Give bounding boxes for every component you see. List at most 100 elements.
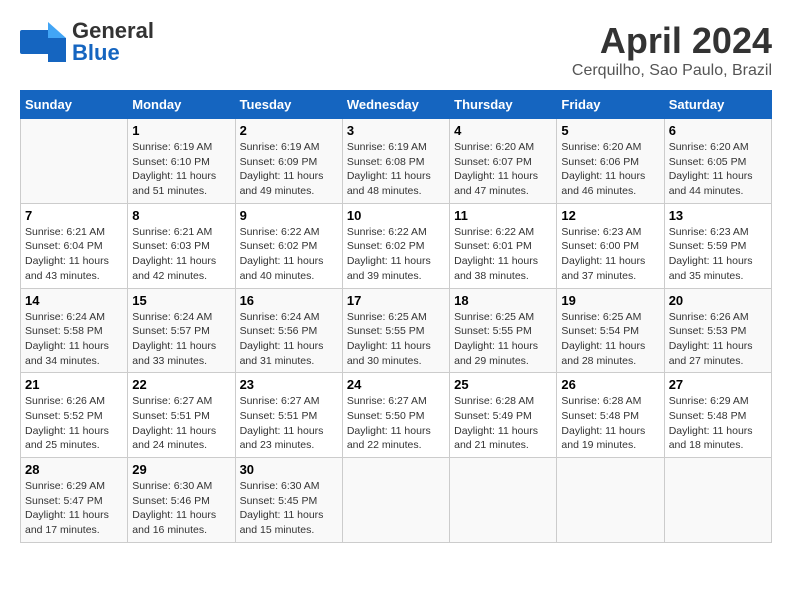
- day-number: 10: [347, 208, 445, 223]
- calendar-day: 26Sunrise: 6:28 AM Sunset: 5:48 PM Dayli…: [557, 373, 664, 458]
- calendar-table: SundayMondayTuesdayWednesdayThursdayFrid…: [20, 90, 772, 543]
- day-number: 18: [454, 293, 552, 308]
- calendar-day: 20 Sunrise: 6:26 AM Sunset: 5:53 PM Dayli…: [664, 288, 771, 373]
- calendar-day: 15 Sunrise: 6:24 AM Sunset: 5:57 PM Dayli…: [128, 288, 235, 373]
- day-info: Sunrise: 6:29 AM Sunset: 5:47 PM Dayligh…: [25, 479, 123, 538]
- day-info: Sunrise: 6:20 AM Sunset: 6:05 PM Dayligh…: [669, 140, 767, 199]
- day-info: Sunrise: 6:24 AM Sunset: 5:57 PM Dayligh…: [132, 310, 230, 369]
- weekday-header-sunday: Sunday: [21, 91, 128, 119]
- day-number: 14: [25, 293, 123, 308]
- day-info: Sunrise: 6:22 AM Sunset: 6:01 PM Dayligh…: [454, 225, 552, 284]
- logo-text: GeneralBlue: [72, 20, 154, 64]
- day-info: Sunrise: 6:23 AM Sunset: 5:59 PM Dayligh…: [669, 225, 767, 284]
- day-number: 23: [240, 377, 338, 392]
- day-info: Sunrise: 6:25 AM Sunset: 5:54 PM Dayligh…: [561, 310, 659, 369]
- day-info: Sunrise: 6:30 AM Sunset: 5:46 PM Dayligh…: [132, 479, 230, 538]
- day-number: 12: [561, 208, 659, 223]
- day-number: 13: [669, 208, 767, 223]
- day-info: Sunrise: 6:26 AM Sunset: 5:53 PM Dayligh…: [669, 310, 767, 369]
- day-info: Sunrise: 6:20 AM Sunset: 6:06 PM Dayligh…: [561, 140, 659, 199]
- day-number: 29: [132, 462, 230, 477]
- calendar-day: 19Sunrise: 6:25 AM Sunset: 5:54 PM Dayli…: [557, 288, 664, 373]
- calendar-day: 21 Sunrise: 6:26 AM Sunset: 5:52 PM Dayli…: [21, 373, 128, 458]
- calendar-body: 1Sunrise: 6:19 AM Sunset: 6:10 PM Daylig…: [21, 119, 772, 543]
- day-number: 11: [454, 208, 552, 223]
- day-info: Sunrise: 6:27 AM Sunset: 5:50 PM Dayligh…: [347, 394, 445, 453]
- day-info: Sunrise: 6:21 AM Sunset: 6:03 PM Dayligh…: [132, 225, 230, 284]
- calendar-day: 12 Sunrise: 6:23 AM Sunset: 6:00 PM Dayli…: [557, 203, 664, 288]
- logo: GeneralBlue: [20, 20, 154, 64]
- day-number: 16: [240, 293, 338, 308]
- day-number: 27: [669, 377, 767, 392]
- page-header: GeneralBlue April 2024 Cerquilho, Sao Pa…: [20, 20, 772, 80]
- calendar-day: 23 Sunrise: 6:27 AM Sunset: 5:51 PM Dayli…: [235, 373, 342, 458]
- day-number: 1: [132, 123, 230, 138]
- day-number: 3: [347, 123, 445, 138]
- weekday-header-tuesday: Tuesday: [235, 91, 342, 119]
- day-info: Sunrise: 6:22 AM Sunset: 6:02 PM Dayligh…: [240, 225, 338, 284]
- day-info: Sunrise: 6:24 AM Sunset: 5:58 PM Dayligh…: [25, 310, 123, 369]
- calendar-week-2: 7Sunrise: 6:21 AM Sunset: 6:04 PM Daylig…: [21, 203, 772, 288]
- day-number: 20: [669, 293, 767, 308]
- calendar-week-4: 21 Sunrise: 6:26 AM Sunset: 5:52 PM Dayli…: [21, 373, 772, 458]
- day-number: 4: [454, 123, 552, 138]
- day-number: 8: [132, 208, 230, 223]
- calendar-day: 30Sunrise: 6:30 AM Sunset: 5:45 PM Dayli…: [235, 458, 342, 543]
- calendar-header: SundayMondayTuesdayWednesdayThursdayFrid…: [21, 91, 772, 119]
- day-info: Sunrise: 6:24 AM Sunset: 5:56 PM Dayligh…: [240, 310, 338, 369]
- day-number: 15: [132, 293, 230, 308]
- day-info: Sunrise: 6:26 AM Sunset: 5:52 PM Dayligh…: [25, 394, 123, 453]
- weekday-header-monday: Monday: [128, 91, 235, 119]
- calendar-day: 7Sunrise: 6:21 AM Sunset: 6:04 PM Daylig…: [21, 203, 128, 288]
- calendar-day: [21, 119, 128, 204]
- calendar-day: 5Sunrise: 6:20 AM Sunset: 6:06 PM Daylig…: [557, 119, 664, 204]
- calendar-day: 3Sunrise: 6:19 AM Sunset: 6:08 PM Daylig…: [342, 119, 449, 204]
- day-number: 2: [240, 123, 338, 138]
- day-info: Sunrise: 6:28 AM Sunset: 5:49 PM Dayligh…: [454, 394, 552, 453]
- calendar-day: 22Sunrise: 6:27 AM Sunset: 5:51 PM Dayli…: [128, 373, 235, 458]
- calendar-day: [450, 458, 557, 543]
- calendar-day: 9 Sunrise: 6:22 AM Sunset: 6:02 PM Daylig…: [235, 203, 342, 288]
- calendar-day: 4 Sunrise: 6:20 AM Sunset: 6:07 PM Daylig…: [450, 119, 557, 204]
- calendar-day: 11 Sunrise: 6:22 AM Sunset: 6:01 PM Dayli…: [450, 203, 557, 288]
- weekday-header-wednesday: Wednesday: [342, 91, 449, 119]
- calendar-day: [664, 458, 771, 543]
- day-number: 21: [25, 377, 123, 392]
- weekday-header-friday: Friday: [557, 91, 664, 119]
- day-number: 25: [454, 377, 552, 392]
- calendar-day: [342, 458, 449, 543]
- day-info: Sunrise: 6:28 AM Sunset: 5:48 PM Dayligh…: [561, 394, 659, 453]
- title-block: April 2024 Cerquilho, Sao Paulo, Brazil: [572, 20, 772, 80]
- logo-icon: [20, 22, 66, 62]
- calendar-week-3: 14 Sunrise: 6:24 AM Sunset: 5:58 PM Dayli…: [21, 288, 772, 373]
- calendar-day: 24Sunrise: 6:27 AM Sunset: 5:50 PM Dayli…: [342, 373, 449, 458]
- day-info: Sunrise: 6:22 AM Sunset: 6:02 PM Dayligh…: [347, 225, 445, 284]
- weekday-header-thursday: Thursday: [450, 91, 557, 119]
- calendar-day: 13 Sunrise: 6:23 AM Sunset: 5:59 PM Dayli…: [664, 203, 771, 288]
- day-info: Sunrise: 6:29 AM Sunset: 5:48 PM Dayligh…: [669, 394, 767, 453]
- day-number: 22: [132, 377, 230, 392]
- logo-blue-text: Blue: [72, 40, 120, 65]
- day-info: Sunrise: 6:23 AM Sunset: 6:00 PM Dayligh…: [561, 225, 659, 284]
- calendar-day: 10 Sunrise: 6:22 AM Sunset: 6:02 PM Dayli…: [342, 203, 449, 288]
- day-info: Sunrise: 6:25 AM Sunset: 5:55 PM Dayligh…: [454, 310, 552, 369]
- calendar-week-1: 1Sunrise: 6:19 AM Sunset: 6:10 PM Daylig…: [21, 119, 772, 204]
- day-number: 9: [240, 208, 338, 223]
- day-info: Sunrise: 6:25 AM Sunset: 5:55 PM Dayligh…: [347, 310, 445, 369]
- calendar-day: 16 Sunrise: 6:24 AM Sunset: 5:56 PM Dayli…: [235, 288, 342, 373]
- month-title: April 2024: [572, 20, 772, 62]
- day-number: 28: [25, 462, 123, 477]
- calendar-day: 1Sunrise: 6:19 AM Sunset: 6:10 PM Daylig…: [128, 119, 235, 204]
- calendar-day: 28 Sunrise: 6:29 AM Sunset: 5:47 PM Dayli…: [21, 458, 128, 543]
- calendar-day: 14 Sunrise: 6:24 AM Sunset: 5:58 PM Dayli…: [21, 288, 128, 373]
- day-info: Sunrise: 6:20 AM Sunset: 6:07 PM Dayligh…: [454, 140, 552, 199]
- calendar-day: [557, 458, 664, 543]
- calendar-week-5: 28 Sunrise: 6:29 AM Sunset: 5:47 PM Dayli…: [21, 458, 772, 543]
- calendar-day: 17Sunrise: 6:25 AM Sunset: 5:55 PM Dayli…: [342, 288, 449, 373]
- day-number: 6: [669, 123, 767, 138]
- weekday-row: SundayMondayTuesdayWednesdayThursdayFrid…: [21, 91, 772, 119]
- day-info: Sunrise: 6:27 AM Sunset: 5:51 PM Dayligh…: [240, 394, 338, 453]
- calendar-day: 8 Sunrise: 6:21 AM Sunset: 6:03 PM Daylig…: [128, 203, 235, 288]
- weekday-header-saturday: Saturday: [664, 91, 771, 119]
- calendar-day: 6 Sunrise: 6:20 AM Sunset: 6:05 PM Daylig…: [664, 119, 771, 204]
